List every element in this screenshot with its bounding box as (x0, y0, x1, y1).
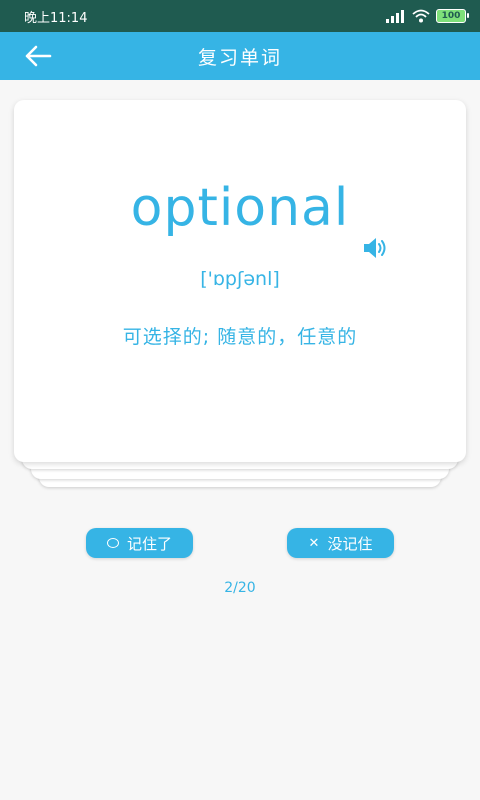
phonetic-text: ['ɒpʃənl] (200, 268, 280, 290)
arrow-left-icon (25, 45, 52, 67)
status-time: 晚上11:14 (24, 10, 88, 26)
circle-icon (106, 538, 119, 548)
speaker-icon[interactable] (362, 236, 388, 260)
status-icons: 100 (386, 9, 469, 23)
signal-icon (386, 9, 406, 23)
forgot-button[interactable]: ✕ 没记住 (287, 528, 394, 558)
back-button[interactable] (20, 40, 56, 72)
progress-counter: 2/20 (224, 580, 256, 596)
word-card[interactable]: optional ['ɒpʃənl] 可选择的; 随意的，任意的 (14, 100, 466, 462)
forgot-label: 没记住 (327, 534, 373, 553)
word-card-stack: optional ['ɒpʃənl] 可选择的; 随意的，任意的 (14, 100, 466, 490)
wifi-icon (412, 9, 430, 23)
x-icon: ✕ (308, 535, 320, 551)
battery-icon: 100 (436, 9, 469, 23)
battery-level: 100 (441, 11, 461, 21)
meaning-text: 可选择的; 随意的，任意的 (122, 326, 358, 348)
app-bar: 复习单词 (0, 32, 480, 80)
remember-label: 记住了 (126, 534, 172, 553)
page-title: 复习单词 (197, 46, 282, 69)
status-bar: 晚上11:14 100 (0, 0, 480, 32)
remember-button[interactable]: 记住了 (86, 528, 193, 558)
word-text: optional (130, 178, 350, 238)
